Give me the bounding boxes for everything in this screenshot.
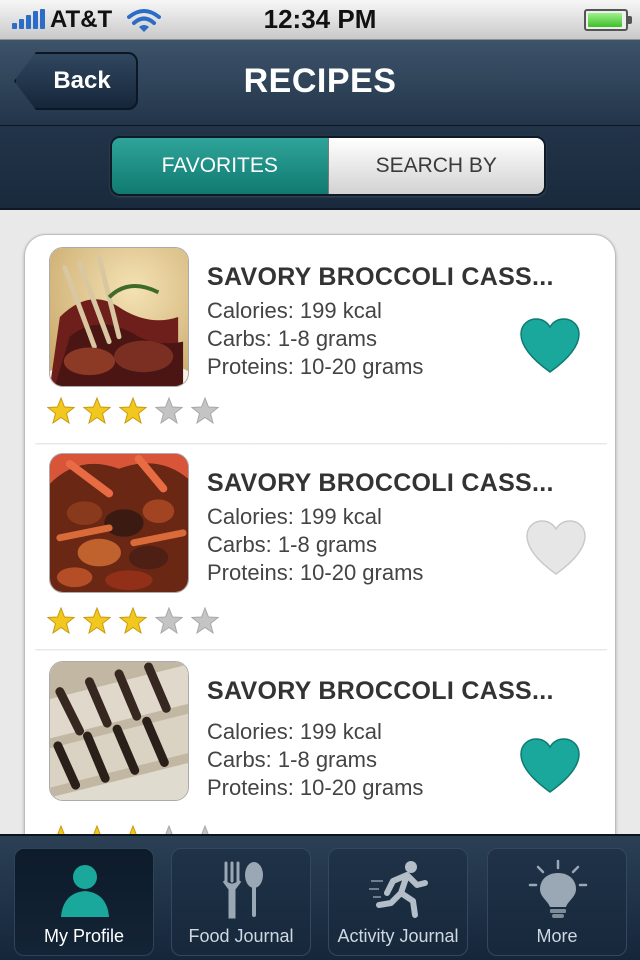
tab-activity-journal[interactable]: Activity Journal: [328, 848, 468, 956]
star-filled-icon: [83, 397, 111, 425]
recipe-proteins: Proteins: 10-20 grams: [207, 354, 424, 379]
tab-bar: My Profile Food Journal Activity Journal…: [0, 834, 640, 960]
status-bar: AT&T 12:34 PM: [0, 0, 640, 40]
star-filled-icon: [47, 397, 75, 425]
star-rating: [47, 825, 219, 834]
star-filled-icon: [119, 397, 147, 425]
favorite-heart-icon[interactable]: [519, 317, 581, 375]
recipe-carbs: Carbs: 1-8 grams: [207, 532, 377, 557]
filter-bar: FAVORITES SEARCH BY: [0, 126, 640, 210]
star-rating: [47, 607, 219, 635]
tab-label: My Profile: [43, 926, 124, 946]
favorite-heart-icon[interactable]: [525, 519, 587, 577]
star-filled-icon: [47, 607, 75, 635]
fork-spoon-icon: [222, 861, 263, 919]
tab-my-profile[interactable]: My Profile: [14, 848, 154, 956]
star-empty-icon: [155, 607, 183, 635]
lightbulb-icon: [528, 859, 588, 918]
recipe-list-area[interactable]: SAVORY BROCCOLI CASS... Calories: 199 kc…: [0, 210, 640, 834]
grilled-tofu-dish-image: [50, 662, 188, 800]
star-filled-icon: [83, 607, 111, 635]
search-by-tab[interactable]: SEARCH BY: [327, 138, 544, 194]
clock: 12:34 PM: [263, 4, 377, 34]
recipe-calories: Calories: 199 kcal: [207, 298, 382, 323]
tab-more[interactable]: More: [487, 848, 627, 956]
star-empty-icon: [191, 397, 219, 425]
recipe-thumbnail: [49, 247, 189, 387]
favorite-heart-icon[interactable]: [519, 737, 581, 795]
recipe-proteins: Proteins: 10-20 grams: [207, 560, 424, 585]
recipe-item[interactable]: SAVORY BROCCOLI CASS... Calories: 199 kc…: [25, 441, 617, 651]
recipe-carbs: Carbs: 1-8 grams: [207, 326, 377, 351]
recipe-proteins: Proteins: 10-20 grams: [207, 775, 424, 800]
navigation-bar: Back RECIPES: [0, 40, 640, 126]
recipe-item[interactable]: SAVORY BROCCOLI CASS... Calories: 199 kc…: [25, 649, 617, 834]
tab-label: Activity Journal: [337, 926, 459, 946]
segmented-control: FAVORITES SEARCH BY: [110, 136, 546, 196]
recipe-calories: Calories: 199 kcal: [207, 504, 382, 529]
page-title: RECIPES: [243, 62, 397, 100]
recipe-title: SAVORY BROCCOLI CASS...: [207, 469, 554, 497]
runner-icon: [369, 861, 428, 918]
recipe-calories: Calories: 199 kcal: [207, 719, 382, 744]
roast-meat-dish-image: [50, 248, 188, 386]
recipe-item[interactable]: SAVORY BROCCOLI CASS... Calories: 199 kc…: [25, 235, 617, 445]
battery-icon: [584, 9, 632, 31]
star-filled-icon: [119, 607, 147, 635]
favorites-tab[interactable]: FAVORITES: [112, 138, 328, 194]
star-filled-icon: [93, 825, 101, 834]
stew-dish-image: [50, 454, 188, 592]
star-rating: [47, 397, 219, 425]
star-filled-icon: [57, 825, 65, 834]
star-empty-icon: [191, 607, 219, 635]
star-empty-icon: [155, 397, 183, 425]
star-empty-icon: [201, 825, 209, 834]
recipe-title: SAVORY BROCCOLI CASS...: [207, 263, 554, 291]
tab-label: More: [536, 926, 578, 946]
tab-food-journal[interactable]: Food Journal: [171, 848, 311, 956]
recipe-thumbnail: [49, 453, 189, 593]
person-icon: [61, 865, 109, 917]
tab-label: Food Journal: [188, 926, 294, 946]
star-empty-icon: [165, 825, 173, 834]
recipe-list: SAVORY BROCCOLI CASS... Calories: 199 kc…: [24, 234, 616, 834]
recipe-thumbnail: [49, 661, 189, 801]
star-filled-icon: [129, 825, 137, 834]
recipe-title: SAVORY BROCCOLI CASS...: [207, 677, 554, 705]
recipe-carbs: Carbs: 1-8 grams: [207, 747, 377, 772]
